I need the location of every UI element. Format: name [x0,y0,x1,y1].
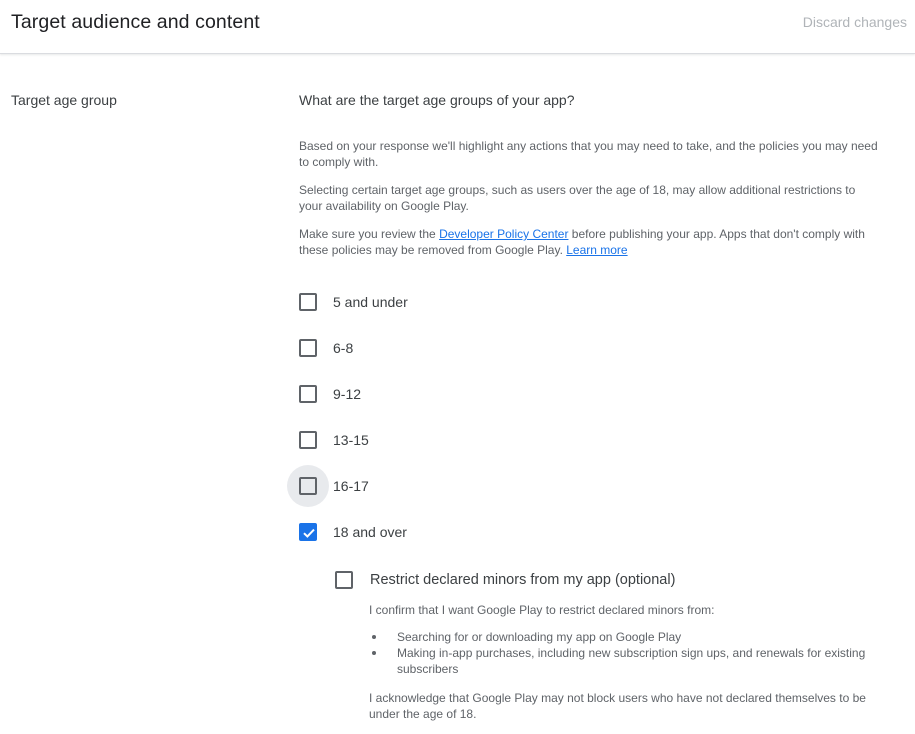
restrict-minors-checkbox[interactable] [335,571,353,589]
age-checkbox-16-17[interactable] [287,465,329,507]
learn-more-link[interactable]: Learn more [566,243,627,257]
checkbox-box [299,477,317,495]
list-item: Searching for or downloading my app on G… [369,629,879,645]
age-option-9-12[interactable]: 9-12 [299,384,361,404]
restrict-bullet-list: Searching for or downloading my app on G… [369,629,879,677]
page-title: Target audience and content [11,11,260,33]
age-option-16-17[interactable]: 16-17 [287,465,369,507]
info-paragraph-restrictions: Selecting certain target age groups, suc… [299,183,856,213]
info-paragraph-policy: Make sure you review the Developer Polic… [299,226,879,258]
age-option-label: 18 and over [333,524,407,540]
checkbox-box [299,293,317,311]
age-group-question: What are the target age groups of your a… [299,92,575,108]
checkbox-box-checked [299,523,317,541]
policy-text-before: Make sure you review the [299,227,440,241]
list-item: Making in-app purchases, including new s… [369,645,879,677]
age-checkbox-9-12[interactable] [299,385,317,403]
section-label: Target age group [11,92,117,108]
checkbox-box [299,431,317,449]
restrict-minors-option[interactable]: Restrict declared minors from my app (op… [335,570,675,590]
checkbox-box [335,571,353,589]
age-option-label: 16-17 [333,478,369,494]
restrict-confirm-text: I confirm that I want Google Play to res… [369,603,715,617]
age-checkbox-6-8[interactable] [299,339,317,357]
developer-policy-center-link[interactable]: Developer Policy Center [439,227,568,241]
age-checkbox-5-and-under[interactable] [299,293,317,311]
discard-changes-button[interactable]: Discard changes [803,14,907,30]
restrict-minors-label: Restrict declared minors from my app (op… [370,572,676,588]
checkmark-icon [303,528,315,538]
age-checkbox-13-15[interactable] [299,431,317,449]
age-checkbox-18-and-over[interactable] [299,523,317,541]
age-option-label: 13-15 [333,432,369,448]
restrict-acknowledge-text: I acknowledge that Google Play may not b… [369,691,866,721]
age-option-13-15[interactable]: 13-15 [299,430,369,450]
checkbox-box [299,339,317,357]
age-option-label: 6-8 [333,340,354,356]
age-option-18-and-over[interactable]: 18 and over [299,522,407,542]
age-option-label: 5 and under [333,294,408,310]
checkbox-box [299,385,317,403]
info-paragraph-response: Based on your response we'll highlight a… [299,139,878,169]
age-option-5-and-under[interactable]: 5 and under [299,292,408,312]
page-header: Target audience and content Discard chan… [0,0,915,54]
age-option-label: 9-12 [333,386,362,402]
age-option-6-8[interactable]: 6-8 [299,338,353,358]
